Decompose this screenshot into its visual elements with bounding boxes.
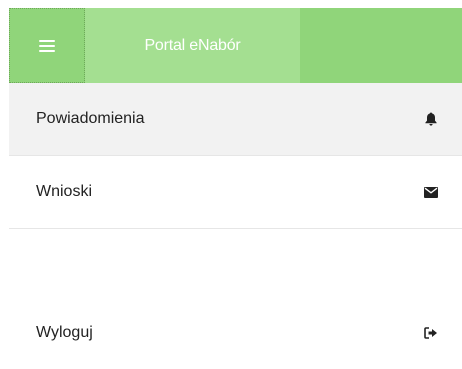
- menu-toggle-button[interactable]: [9, 8, 85, 83]
- menu-item-label: Wnioski: [36, 183, 93, 200]
- menu-item-powiadomienia[interactable]: Powiadomienia: [9, 83, 462, 155]
- brand-title: Portal eNabór: [144, 36, 241, 54]
- menu-item-label: Wyloguj: [36, 324, 93, 341]
- menu-item-label: Powiadomienia: [36, 110, 145, 127]
- menu-item-wyloguj[interactable]: Wyloguj: [9, 297, 462, 369]
- app-frame: Portal eNabór Powiadomienia Wnioski Wylo…: [9, 8, 462, 367]
- hamburger-icon: [39, 39, 55, 52]
- sign-out-icon: [422, 324, 440, 342]
- top-bar: Portal eNabór: [9, 8, 462, 83]
- menu-item-wnioski[interactable]: Wnioski: [9, 156, 462, 228]
- bell-icon: [422, 110, 440, 128]
- envelope-icon: [422, 183, 440, 201]
- menu-divider: [9, 228, 462, 229]
- brand[interactable]: Portal eNabór: [85, 8, 300, 83]
